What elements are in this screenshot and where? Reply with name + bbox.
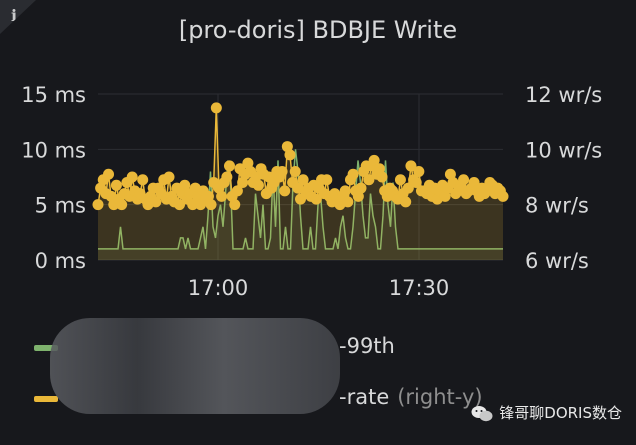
data-point bbox=[163, 171, 175, 183]
data-point bbox=[400, 196, 412, 208]
y-right-tick-label: 6 wr/s bbox=[525, 249, 589, 273]
legend-line-swatch bbox=[34, 396, 58, 402]
y-right-tick-label: 8 wr/s bbox=[525, 194, 589, 218]
x-tick-label: 17:00 bbox=[188, 276, 249, 300]
data-point bbox=[497, 190, 509, 202]
data-point bbox=[205, 199, 217, 211]
data-point bbox=[376, 171, 388, 183]
legend-label[interactable]: -rate (right-y) bbox=[339, 385, 483, 409]
graph-panel: i [pro-doris] BDBJE Write 0 ms 5 ms 10 ms 1… bbox=[0, 0, 636, 445]
data-point bbox=[321, 174, 333, 186]
data-point bbox=[276, 165, 288, 177]
data-point bbox=[216, 190, 228, 202]
x-tick-label: 17:30 bbox=[389, 276, 450, 300]
watermark: 锋哥聊DORIS数仓 bbox=[471, 402, 622, 423]
data-point bbox=[126, 171, 138, 183]
data-point bbox=[342, 196, 354, 208]
data-point bbox=[284, 149, 296, 161]
y-right-tick-label: 10 wr/s bbox=[525, 138, 602, 162]
data-point bbox=[347, 168, 359, 180]
y-left-tick-label: 15 ms bbox=[21, 83, 86, 107]
data-point bbox=[223, 160, 235, 172]
data-point bbox=[252, 179, 264, 191]
wechat-icon bbox=[471, 405, 493, 421]
data-point bbox=[394, 174, 406, 186]
data-point bbox=[221, 171, 233, 183]
data-point bbox=[339, 185, 351, 197]
data-point bbox=[458, 174, 470, 186]
data-point bbox=[413, 165, 425, 177]
y-left-tick-label: 5 ms bbox=[35, 194, 86, 218]
y-right-tick-label: 12 wr/s bbox=[525, 83, 602, 107]
data-point bbox=[210, 102, 222, 114]
data-point bbox=[279, 185, 291, 197]
watermark-text: 锋哥聊DORIS数仓 bbox=[499, 404, 622, 422]
data-point bbox=[92, 199, 104, 211]
data-point bbox=[229, 199, 241, 211]
data-point bbox=[355, 182, 367, 194]
redaction-blur bbox=[50, 318, 340, 414]
data-point bbox=[116, 199, 128, 211]
data-point bbox=[103, 168, 115, 180]
legend-axis-note: (right-y) bbox=[397, 385, 483, 409]
data-point bbox=[110, 179, 122, 191]
y-left-tick-label: 10 ms bbox=[21, 138, 86, 162]
legend-label[interactable]: -99th bbox=[339, 334, 395, 358]
data-point bbox=[289, 165, 301, 177]
y-left-tick-label: 0 ms bbox=[35, 249, 86, 273]
data-point bbox=[137, 174, 149, 186]
